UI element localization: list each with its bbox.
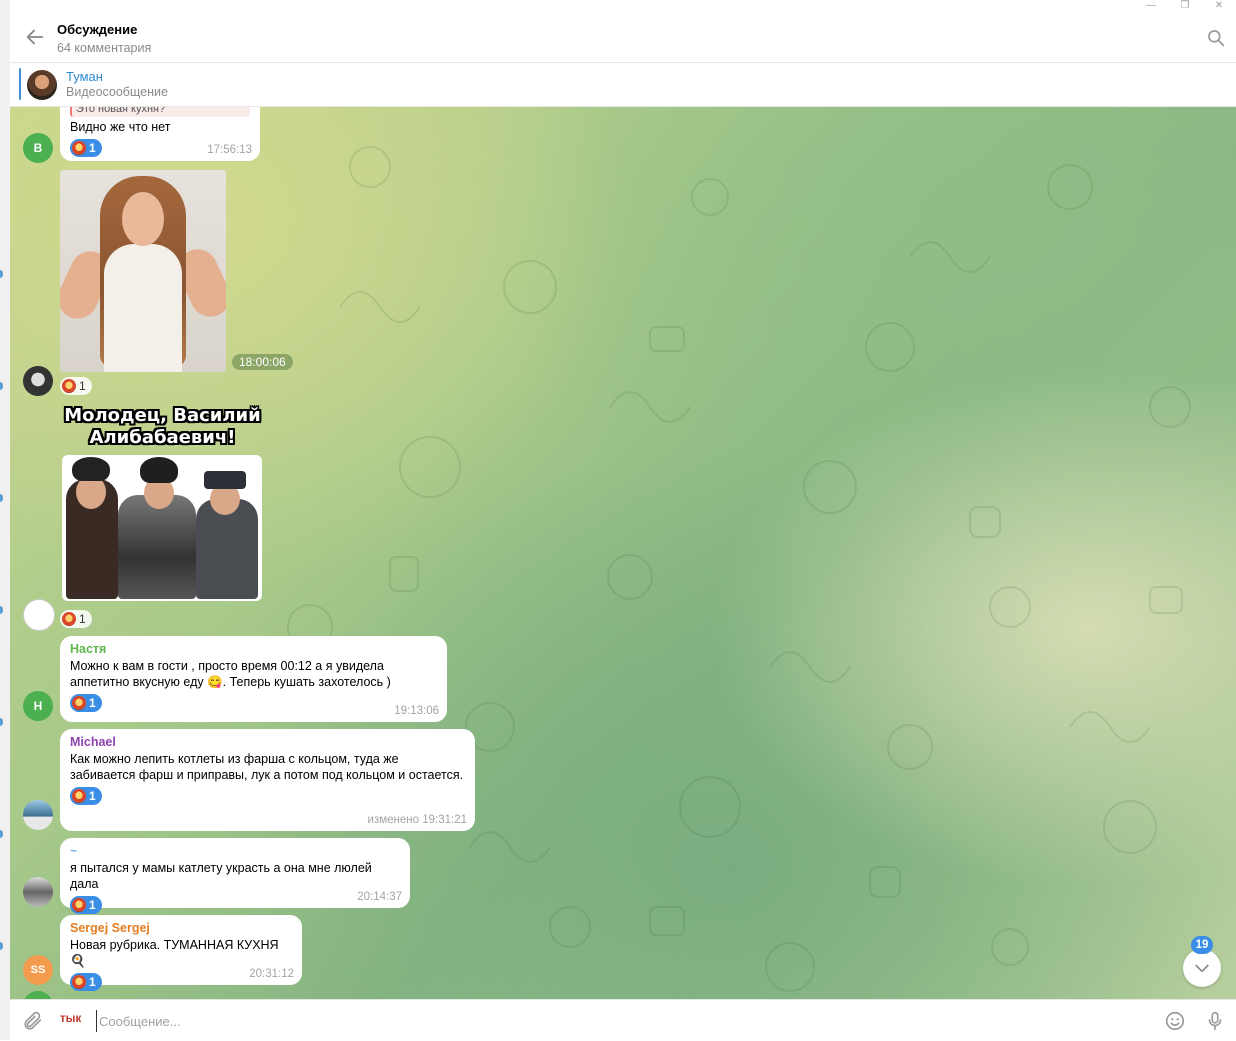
reaction-emoji-icon	[72, 141, 86, 155]
reaction-count: 1	[79, 612, 86, 626]
pinned-bar	[19, 68, 21, 100]
sender-name[interactable]: Настя	[70, 642, 437, 656]
arrow-left-icon[interactable]	[24, 26, 46, 48]
unread-indicator	[0, 606, 3, 614]
sticker-message[interactable]: Молодец, Василий Алибабаевич!	[60, 403, 265, 603]
avatar[interactable]	[23, 877, 53, 907]
reaction-emoji-icon	[72, 696, 86, 710]
reaction-emoji-icon	[62, 379, 76, 393]
avatar	[27, 70, 57, 100]
smile-icon[interactable]	[1164, 1010, 1186, 1032]
window-controls: — ❐ ✕	[1134, 0, 1236, 12]
reaction-button[interactable]: 1	[60, 610, 92, 628]
reaction-button[interactable]: 1	[60, 377, 92, 395]
message-text: Новая рубрика. ТУМАННАЯ КУХНЯ 🍳	[70, 938, 279, 968]
message-time: 20:31:12	[249, 968, 294, 980]
sticker-image	[62, 455, 262, 601]
maximize-icon[interactable]: ❐	[1168, 0, 1202, 12]
sticker-caption: Молодец, Василий Алибабаевич!	[60, 405, 265, 449]
avatar[interactable]: Н	[23, 691, 53, 721]
unread-indicator	[0, 942, 3, 950]
message-text: Как можно лепить котлеты из фарша с коль…	[70, 752, 464, 782]
message-text: Можно к вам в гости , просто время 00:12…	[70, 659, 391, 689]
photo-time: 18:00:06	[232, 354, 293, 370]
left-sidebar-strip	[0, 0, 10, 1040]
comment-count: 64 комментария	[57, 41, 152, 55]
microphone-icon[interactable]	[1204, 1009, 1226, 1033]
search-icon[interactable]	[1206, 28, 1226, 48]
reaction-count: 1	[79, 379, 86, 393]
paperclip-icon[interactable]	[22, 1010, 44, 1032]
sticker-caption-line: Алибабаевич!	[89, 427, 236, 448]
chevron-down-icon	[1195, 964, 1209, 973]
unread-indicator	[0, 830, 3, 838]
avatar[interactable]	[23, 366, 53, 396]
sender-name[interactable]: ~	[70, 844, 400, 858]
message-time: 20:14:37	[357, 891, 402, 903]
avatar[interactable]: SS	[23, 955, 53, 985]
pinned-author: Туман	[66, 69, 103, 84]
scroll-down-button[interactable]	[1183, 949, 1221, 987]
message-time: изменено 19:31:21	[367, 814, 467, 826]
unread-badge: 19	[1191, 936, 1213, 954]
send-as-label[interactable]: тык	[60, 1013, 81, 1025]
reaction-count: 1	[89, 141, 96, 155]
reaction-emoji-icon	[62, 612, 76, 626]
avatar[interactable]	[23, 800, 53, 830]
message-bubble[interactable]: Это новая кухня? Видно же что нет 1 17:5…	[60, 107, 260, 161]
reaction-button[interactable]: 1	[70, 139, 102, 157]
message-bubble[interactable]: Sergej Sergej Новая рубрика. ТУМАННАЯ КУ…	[60, 915, 302, 991]
reaction-button[interactable]: 1	[70, 973, 102, 991]
reaction-button[interactable]: 1	[70, 694, 102, 712]
close-icon[interactable]: ✕	[1202, 0, 1236, 12]
message-bubble[interactable]: ~ я пытался у мамы катлету украсть а она…	[60, 838, 410, 914]
unread-indicator	[0, 494, 3, 502]
sender-name[interactable]: Sergej Sergej	[70, 921, 292, 935]
reaction-emoji-icon	[72, 898, 86, 912]
reaction-count: 1	[89, 789, 96, 803]
sticker-figure	[140, 457, 178, 483]
message-area[interactable]: Это новая кухня? Видно же что нет 1 17:5…	[10, 107, 1236, 999]
message-bubble[interactable]: Настя Можно к вам в гости , просто время…	[60, 636, 447, 722]
reaction-emoji-icon	[72, 789, 86, 803]
sticker-figure	[72, 457, 110, 481]
photo-message[interactable]	[60, 170, 226, 372]
avatar[interactable]: В	[23, 133, 53, 163]
reaction-button[interactable]: 1	[70, 896, 102, 914]
reaction-count: 1	[89, 975, 96, 989]
pinned-message[interactable]: Туман Видеосообщение	[10, 63, 1236, 107]
message-time: 17:56:13	[207, 144, 252, 156]
chat-header: Обсуждение 64 комментария	[10, 14, 1236, 63]
unread-indicator	[0, 270, 3, 278]
chat-title: Обсуждение	[57, 22, 138, 37]
message-input[interactable]	[96, 1010, 1141, 1032]
reaction-count: 1	[89, 696, 96, 710]
message-composer: тык	[10, 999, 1236, 1041]
photo-detail	[122, 192, 164, 246]
unread-indicator	[0, 382, 3, 390]
sticker-caption-line: Молодец, Василий	[64, 405, 261, 426]
reaction-count: 1	[89, 898, 96, 912]
unread-indicator	[0, 718, 3, 726]
minimize-icon[interactable]: —	[1134, 0, 1168, 12]
avatar[interactable]	[23, 599, 55, 631]
sticker-figure	[118, 495, 196, 599]
message-text: я пытался у мамы катлету украсть а она м…	[70, 861, 372, 891]
reaction-button[interactable]: 1	[70, 787, 102, 805]
message-text: Видно же что нет	[70, 120, 171, 134]
reaction-emoji-icon	[72, 975, 86, 989]
sticker-figure	[204, 471, 246, 489]
sender-name[interactable]: Michael	[70, 735, 465, 749]
message-time: 19:13:06	[394, 705, 439, 717]
reply-quote[interactable]: Это новая кухня?	[70, 107, 250, 117]
pinned-text: Видеосообщение	[66, 85, 168, 99]
photo-detail	[104, 244, 182, 372]
message-bubble[interactable]: Michael Как можно лепить котлеты из фарш…	[60, 729, 475, 831]
